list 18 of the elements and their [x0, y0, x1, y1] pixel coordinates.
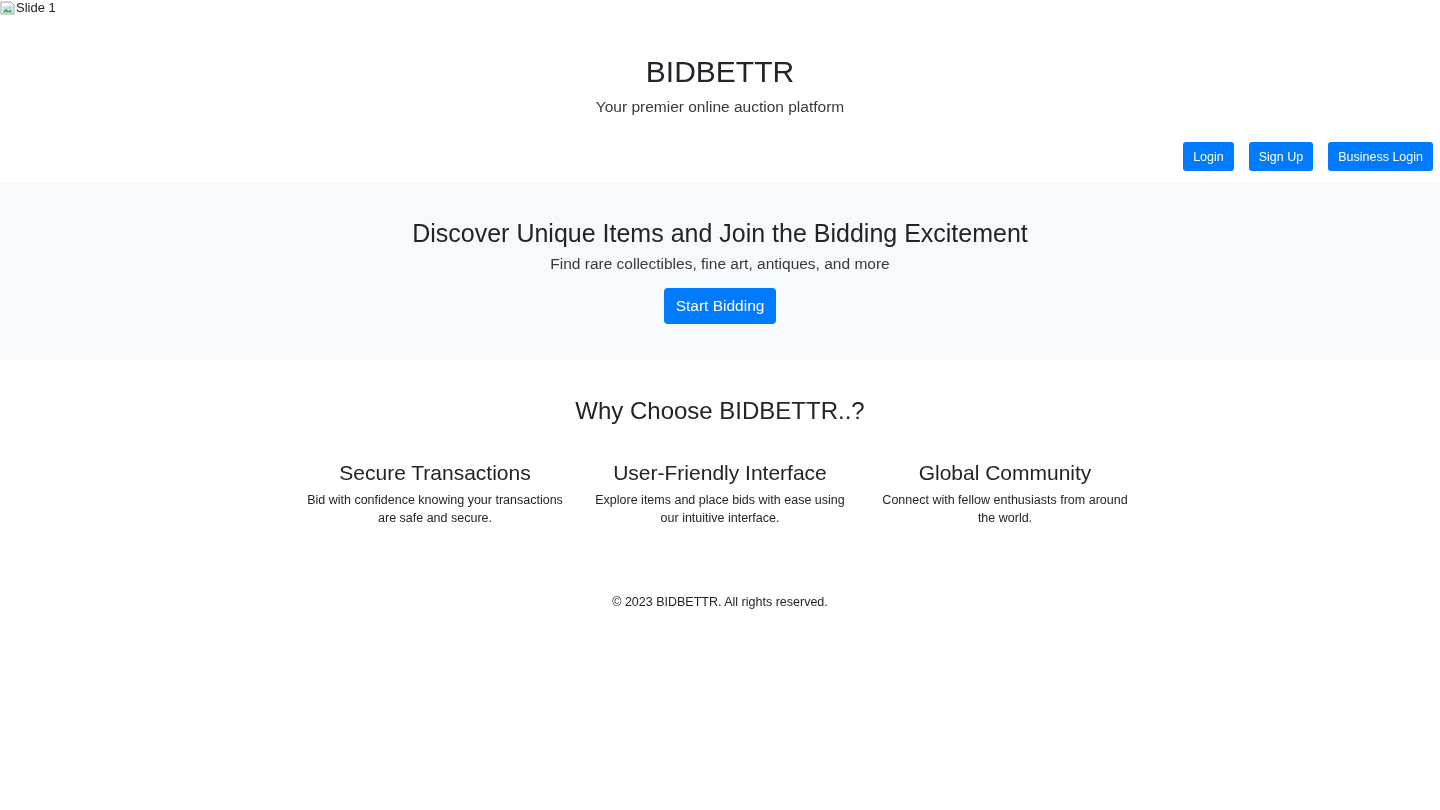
auth-button[interactable]: Business Login	[1328, 142, 1433, 171]
feature-title: Global Community	[918, 460, 1092, 486]
feature-description: Explore items and place bids with ease using our intuitive interface.	[594, 492, 846, 527]
hero-title: Discover Unique Items and Join the Bidding Excitement	[412, 218, 1028, 248]
start-bidding-button[interactable]: Start Bidding	[663, 288, 777, 324]
auth-button[interactable]: Login	[1183, 142, 1234, 171]
hero-subtitle: Find rare collectibles, fine art, antiques, and more	[550, 254, 890, 274]
feature-description: Bid with confidence knowing your transactions are safe and secure.	[306, 492, 564, 527]
site-title: BIDBETTR	[645, 54, 795, 90]
feature-description: Connect with fellow enthusiasts from around the world.	[881, 492, 1129, 527]
feature-title: User-Friendly Interface	[613, 460, 827, 486]
site-tagline: Your premier online auction platform	[595, 97, 845, 117]
copyright-text: © 2023 BIDBETTR. All rights reserved.	[612, 594, 828, 611]
feature-title: Secure Transactions	[339, 460, 531, 486]
image-alt-text: Slide 1	[16, 0, 56, 16]
broken-image-icon	[0, 0, 16, 16]
features-heading: Why Choose BIDBETTR..?	[575, 396, 865, 425]
auth-button[interactable]: Sign Up	[1248, 142, 1314, 171]
